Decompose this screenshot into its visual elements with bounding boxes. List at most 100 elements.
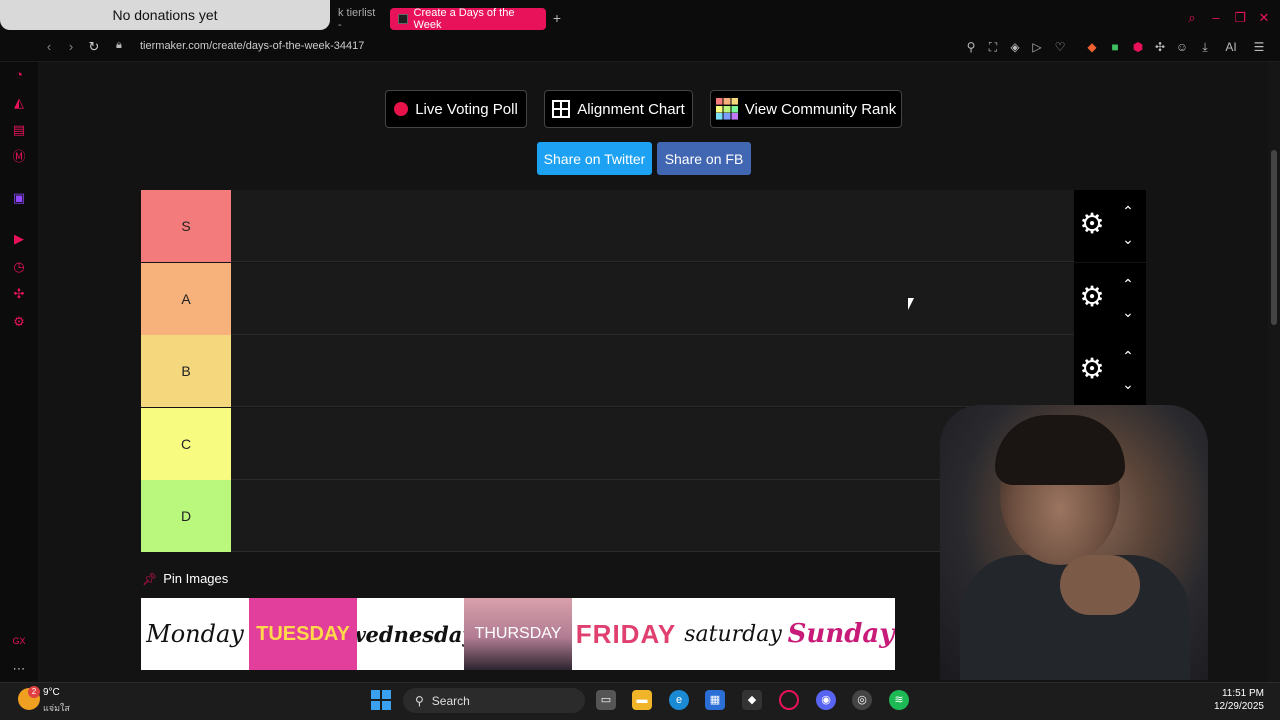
live-voting-label: Live Voting Poll [415, 100, 518, 118]
discord-icon[interactable]: ◉ [816, 690, 836, 710]
tiermaker-favicon-icon [398, 14, 408, 24]
clock-time: 11:51 PM [1221, 688, 1264, 699]
live-voting-poll-button[interactable]: Live Voting Poll [385, 90, 527, 128]
file-explorer-icon[interactable]: ▬ [632, 690, 652, 710]
sidebar-twitch-icon[interactable]: ▣ [10, 189, 28, 207]
back-icon[interactable]: ‹ [40, 38, 58, 56]
share-fb-button[interactable]: Share on FB [657, 142, 751, 175]
tab-tierlist[interactable]: k tierlist - [330, 7, 386, 31]
menu-icon[interactable]: ☰ [1250, 38, 1268, 56]
download-icon[interactable]: ⤓ [1196, 38, 1214, 56]
day-image-monday[interactable]: Monday [141, 598, 249, 670]
day-image-thursday[interactable]: THURSDAY [464, 598, 572, 670]
close-icon[interactable]: ✕ [1256, 10, 1272, 26]
taskbar-clock[interactable]: 11:51 PM 12/29/2025 [1200, 687, 1264, 713]
record-dot-icon [394, 102, 409, 116]
tier-label[interactable]: S [141, 190, 231, 262]
sidebar-news-icon[interactable]: ▤ [10, 121, 28, 139]
grid-icon [552, 100, 571, 118]
store-icon[interactable]: ▦ [705, 690, 725, 710]
tier-row[interactable]: D [141, 480, 1074, 552]
donations-overlay: No donations yet [0, 0, 330, 30]
forward-icon[interactable]: › [62, 38, 80, 56]
extension-green-icon[interactable]: ■ [1106, 38, 1124, 56]
tier-label[interactable]: D [141, 480, 231, 552]
sidebar-mail-icon[interactable]: Ⓜ [10, 148, 28, 166]
weather-condition[interactable]: แจ่มใส [43, 701, 70, 715]
chevron-up-icon[interactable]: ⌃ [1118, 349, 1138, 363]
community-rank-label: View Community Rank [744, 100, 897, 118]
extension-fox-icon[interactable]: ◆ [1083, 38, 1101, 56]
shield-icon[interactable]: ◈ [1006, 38, 1024, 56]
tier-row[interactable]: S [141, 190, 1074, 262]
sidebar-history-icon[interactable]: ◷ [10, 258, 28, 276]
extension-ublock-icon[interactable]: ⬢ [1129, 38, 1147, 56]
extensions-puzzle-icon[interactable]: ✣ [1151, 38, 1169, 56]
url-field[interactable]: tiermaker.com/create/days-of-the-week-34… [140, 40, 364, 52]
pin-extension-icon[interactable]: ⚲ [962, 38, 980, 56]
chevron-down-icon[interactable]: ⌄ [1118, 305, 1138, 319]
gear-icon[interactable]: ⚙ [1078, 283, 1106, 311]
app-cube-icon[interactable]: ◆ [742, 690, 762, 710]
chevron-down-icon[interactable]: ⌄ [1118, 232, 1138, 246]
maximize-icon[interactable]: ❐ [1232, 10, 1248, 26]
day-image-wednesday[interactable]: wednesday [357, 598, 465, 670]
rank-grid-icon [715, 98, 738, 120]
alignment-chart-button[interactable]: Alignment Chart [544, 90, 693, 128]
chevron-up-icon[interactable]: ⌃ [1118, 277, 1138, 291]
tier-controls: ⚙ ⌃ ⌄ [1074, 190, 1146, 262]
ai-label: AI [1225, 40, 1237, 54]
task-view-icon[interactable]: ▭ [596, 690, 616, 710]
sidebar-settings-icon[interactable]: ⚙ [10, 313, 28, 331]
taskbar-search[interactable]: ⚲ Search [403, 688, 585, 713]
tier-label[interactable]: A [141, 263, 231, 335]
view-community-rank-button[interactable]: View Community Rank [710, 90, 902, 128]
sidebar-extensions-icon[interactable]: ✣ [10, 285, 28, 303]
tier-label[interactable]: C [141, 408, 231, 480]
day-image-friday[interactable]: FRIDAY [572, 598, 680, 670]
tier-label[interactable]: B [141, 335, 231, 407]
webcam-overlay [940, 405, 1208, 680]
tier-row[interactable]: A [141, 263, 1074, 335]
new-tab-plus-icon[interactable]: + [550, 10, 564, 26]
pin-images-toggle[interactable]: 📌︎ Pin Images [142, 571, 228, 586]
mouse-cursor-icon [908, 298, 914, 310]
scrollbar-thumb[interactable] [1271, 150, 1277, 325]
chevron-down-icon[interactable]: ⌄ [1118, 377, 1138, 391]
minimize-icon[interactable]: – [1208, 10, 1224, 26]
alignment-chart-label: Alignment Chart [577, 100, 685, 118]
tier-row[interactable]: C [141, 408, 1074, 480]
spotify-icon[interactable]: ≋ [889, 690, 909, 710]
day-image-tuesday[interactable]: TUESDAY [249, 598, 357, 670]
sidebar-bag-icon[interactable]: ◭ [10, 94, 28, 112]
app-circle-icon[interactable]: ◎ [852, 690, 872, 710]
heart-icon[interactable]: ♡ [1051, 38, 1069, 56]
gear-icon[interactable]: ⚙ [1078, 355, 1106, 383]
tier-controls: ⚙ ⌃ ⌄ [1074, 335, 1146, 407]
weather-temperature[interactable]: 9°C [43, 687, 60, 698]
tier-controls: ⚙ ⌃ ⌄ [1074, 263, 1146, 335]
chevron-up-icon[interactable]: ⌃ [1118, 204, 1138, 218]
reload-icon[interactable]: ↻ [85, 38, 103, 56]
sidebar-speed-dial-icon[interactable]: ◔ [10, 66, 28, 84]
tab-create-days-of-week[interactable]: Create a Days of the Week [390, 7, 546, 31]
gear-icon[interactable]: ⚙ [1078, 210, 1106, 238]
share-twitter-button[interactable]: Share on Twitter [537, 142, 652, 175]
sidebar-more-icon[interactable]: ⋯ [10, 660, 28, 678]
sidebar-player-icon[interactable]: ▶ [10, 230, 28, 248]
search-tabs-icon[interactable]: ⌕ [1184, 10, 1200, 26]
pushpin-icon: 📌︎ [142, 571, 158, 586]
windows-start-icon[interactable] [371, 690, 391, 710]
sidebar-gx-icon[interactable]: GX [10, 632, 28, 650]
opera-gx-icon[interactable] [779, 690, 799, 710]
ai-button[interactable]: AI [1218, 38, 1244, 56]
snapshot-icon[interactable]: ⛶ [984, 38, 1002, 56]
day-image-saturday[interactable]: saturday [679, 598, 787, 670]
play-icon[interactable]: ▷ [1028, 38, 1046, 56]
tier-row[interactable]: B [141, 335, 1074, 407]
weather-badge: 2 [28, 686, 40, 698]
day-image-sunday[interactable]: Sunday [787, 598, 895, 670]
edge-icon[interactable]: e [669, 690, 689, 710]
tab-label: Create a Days of the Week [413, 7, 515, 31]
profile-icon[interactable]: ☺ [1173, 38, 1191, 56]
